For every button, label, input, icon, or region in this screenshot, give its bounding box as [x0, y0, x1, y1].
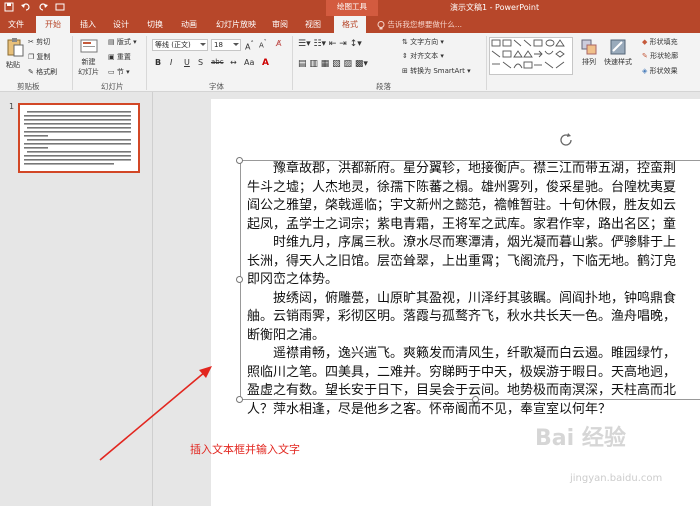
powerpoint-window: 绘图工具 演示文稿1 - PowerPoint 文件 开始 插入 设计 切换 动… [0, 0, 700, 506]
baidu-jingyan-watermark: Bai 经验 [535, 426, 626, 451]
watermark-url: jingyan.baidu.com [570, 473, 663, 484]
annotation-text: 插入文本框并输入文字 [190, 443, 300, 456]
